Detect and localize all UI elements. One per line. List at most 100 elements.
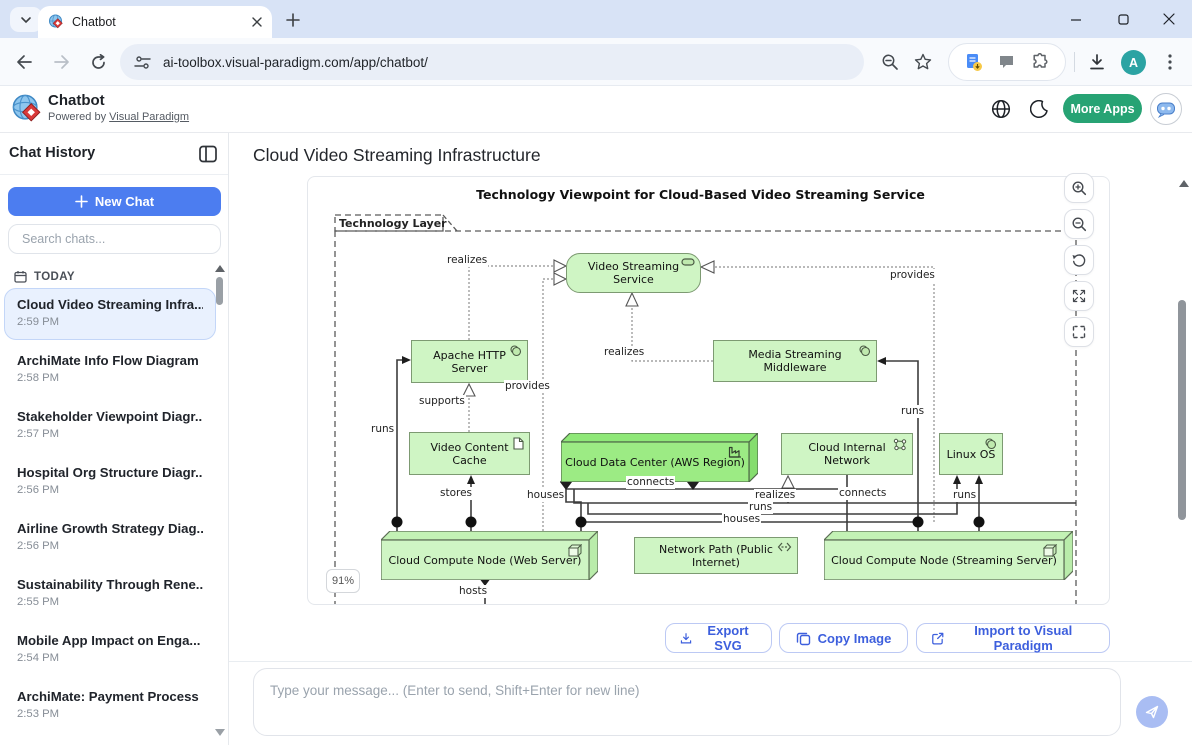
- edge-label-provides: provides: [889, 269, 936, 282]
- chat-list-item[interactable]: Cloud Video Streaming Infra...2:59 PM: [4, 288, 216, 340]
- chat-list-item[interactable]: Sustainability Through Rene...2:55 PM: [4, 568, 216, 620]
- main-scrollbar-thumb[interactable]: [1178, 300, 1186, 520]
- magnifier-minus-icon: [881, 53, 899, 71]
- diagram-node-linux-os[interactable]: Linux OS: [939, 433, 1003, 475]
- chat-list-item[interactable]: Stakeholder Viewpoint Diagr...2:57 PM: [4, 400, 216, 452]
- new-chat-button[interactable]: New Chat: [8, 187, 221, 216]
- system-software-icon: [509, 345, 522, 357]
- dark-mode-moon-icon[interactable]: [1030, 100, 1048, 119]
- sidebar-scroll-down[interactable]: [215, 729, 225, 736]
- minimize-button[interactable]: [1056, 6, 1096, 32]
- maximize-button[interactable]: [1103, 6, 1143, 32]
- fit-view-button[interactable]: [1064, 317, 1094, 347]
- new-tab-button[interactable]: [282, 9, 304, 31]
- diagram-node-video-streaming-service[interactable]: Video Streaming Service: [566, 253, 701, 293]
- browser-window: Chatbot ai-toolbox.visual-paradigm.com/a…: [0, 0, 1192, 745]
- back-button[interactable]: [12, 50, 36, 74]
- chat-list-item[interactable]: Airline Growth Strategy Diag...2:56 PM: [4, 512, 216, 564]
- tab-close-icon[interactable]: [252, 17, 262, 27]
- edge-label-connects: connects: [838, 487, 887, 500]
- diagram-node-video-content-cache[interactable]: Video Content Cache: [409, 432, 530, 475]
- edge-label-realizes: realizes: [446, 254, 488, 267]
- visual-paradigm-link[interactable]: Visual Paradigm: [109, 111, 189, 123]
- back-icon: [15, 54, 33, 70]
- collapse-panel-icon[interactable]: [198, 144, 218, 164]
- forward-button[interactable]: [50, 50, 74, 74]
- sidebar-scroll-up[interactable]: [215, 265, 225, 272]
- chat-list-item[interactable]: ArchiMate: Payment Process ...2:53 PM: [4, 680, 216, 732]
- download-icon: [1088, 53, 1106, 71]
- bookmark-button[interactable]: [911, 50, 935, 74]
- search-input[interactable]: [8, 224, 221, 254]
- extensions-puzzle-icon[interactable]: [1031, 53, 1049, 71]
- sidebar: Chat History New Chat TODAY Cloud Video …: [0, 133, 229, 745]
- site-settings-icon[interactable]: [134, 55, 151, 70]
- export-svg-label: Export SVG: [699, 623, 757, 653]
- artifact-icon: [513, 437, 524, 450]
- section-header: TODAY: [14, 270, 75, 283]
- profile-avatar[interactable]: A: [1121, 50, 1146, 75]
- extensions-pill: [948, 43, 1066, 81]
- zoom-in-button[interactable]: [1064, 173, 1094, 203]
- copy-image-button[interactable]: Copy Image: [779, 623, 908, 653]
- edge-label-runs: runs: [370, 423, 395, 436]
- minimize-icon: [1070, 13, 1082, 25]
- browser-tab[interactable]: Chatbot: [38, 6, 272, 38]
- chat-history-list: Cloud Video Streaming Infra...2:59 PM Ar…: [4, 288, 216, 736]
- edge-label-houses: houses: [722, 513, 761, 526]
- node-label: Network Path (Public Internet): [635, 543, 797, 569]
- node-cube-icon: [1043, 544, 1057, 557]
- message-input[interactable]: [253, 668, 1121, 736]
- diagram-title: Technology Viewpoint for Cloud-Based Vid…: [308, 187, 1093, 202]
- browser-menu-button[interactable]: [1158, 50, 1182, 74]
- diagram-zoom-badge: 91%: [326, 569, 360, 593]
- expand-arrows-icon: [1071, 288, 1087, 304]
- zoom-out-button[interactable]: [1064, 209, 1094, 239]
- diagram-node-media-streaming-middleware[interactable]: Media Streaming Middleware: [713, 340, 877, 382]
- chat-list-item[interactable]: ArchiMate Info Flow Diagram2:58 PM: [4, 344, 216, 396]
- node-label: Video Content Cache: [410, 441, 529, 467]
- chatbot-robot-button[interactable]: [1150, 93, 1182, 125]
- diagram-node-network-path[interactable]: Network Path (Public Internet): [634, 537, 798, 574]
- close-window-button[interactable]: [1149, 6, 1189, 32]
- export-svg-button[interactable]: Export SVG: [665, 623, 772, 653]
- powered-by: Powered by Visual Paradigm: [48, 111, 189, 123]
- close-icon: [1163, 13, 1175, 25]
- reset-view-button[interactable]: [1064, 245, 1094, 275]
- language-globe-icon[interactable]: [991, 99, 1011, 119]
- address-bar[interactable]: ai-toolbox.visual-paradigm.com/app/chatb…: [120, 44, 864, 80]
- app-header: Chatbot Powered by Visual Paradigm More …: [0, 86, 1192, 133]
- new-chat-label: New Chat: [95, 194, 154, 209]
- zoom-indicator-button[interactable]: [878, 50, 902, 74]
- send-plane-icon: [1144, 704, 1160, 720]
- edge-label-stores: stores: [439, 487, 473, 500]
- diagram-node-cloud-data-center[interactable]: Cloud Data Center (AWS Region): [561, 433, 758, 482]
- edge-label-runs: runs: [900, 405, 925, 418]
- diagram-node-cloud-compute-node-streaming[interactable]: Cloud Compute Node (Streaming Server): [824, 531, 1073, 580]
- import-to-vp-button[interactable]: Import to Visual Paradigm: [916, 623, 1110, 653]
- diagram-node-apache-http-server[interactable]: Apache HTTP Server: [411, 340, 528, 383]
- chat-list-item[interactable]: Mobile App Impact on Enga...2:54 PM: [4, 624, 216, 676]
- system-software-icon: [984, 438, 997, 450]
- edge-label-provides: provides: [504, 380, 551, 393]
- main-scroll-up[interactable]: [1179, 180, 1189, 187]
- plus-icon: [286, 13, 300, 27]
- external-link-icon: [931, 631, 944, 646]
- node-label: Cloud Compute Node (Web Server): [381, 540, 589, 580]
- docs-offline-icon[interactable]: [965, 53, 983, 72]
- comment-icon[interactable]: [998, 54, 1015, 70]
- expand-button[interactable]: [1064, 281, 1094, 311]
- chat-list-item[interactable]: Hospital Org Structure Diagr...2:56 PM: [4, 456, 216, 508]
- edge-label-houses: houses: [526, 489, 565, 502]
- send-button[interactable]: [1136, 696, 1168, 728]
- star-icon: [914, 53, 932, 71]
- more-apps-button[interactable]: More Apps: [1063, 94, 1142, 123]
- sidebar-scrollbar-thumb[interactable]: [216, 277, 223, 305]
- node-label: Media Streaming Middleware: [714, 348, 876, 374]
- edge-label-connects: connects: [626, 476, 675, 489]
- downloads-button[interactable]: [1085, 50, 1109, 74]
- reload-button[interactable]: [86, 50, 110, 74]
- diagram-node-cloud-internal-network[interactable]: Cloud Internal Network: [781, 433, 913, 475]
- kebab-menu-icon: [1168, 54, 1172, 70]
- diagram-node-cloud-compute-node-web[interactable]: Cloud Compute Node (Web Server): [381, 531, 598, 580]
